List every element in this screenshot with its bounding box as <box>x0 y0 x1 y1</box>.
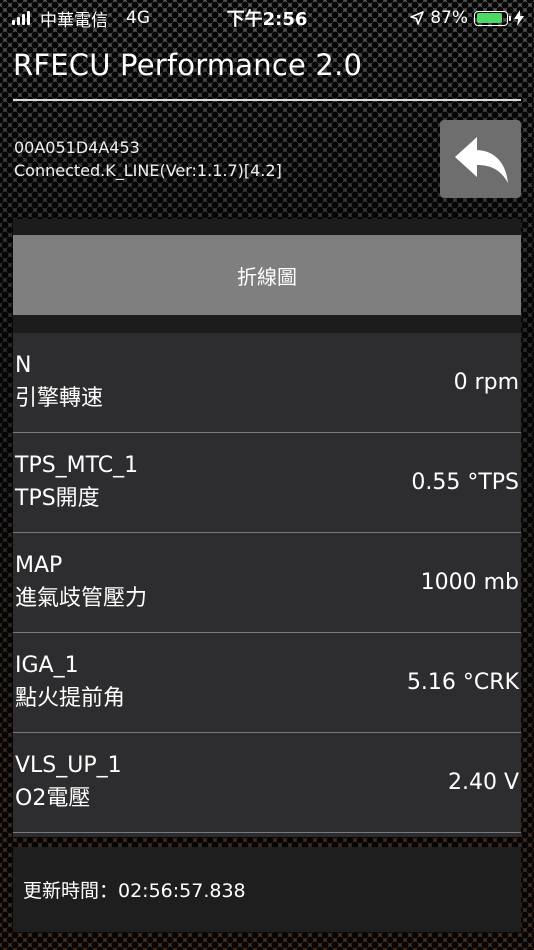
battery-percent: 87% <box>430 8 468 28</box>
reading-row[interactable]: VLS_UP_1 O2電壓 2.40 V <box>13 733 521 833</box>
reading-row[interactable]: N 引擎轉速 0 rpm <box>13 333 521 433</box>
battery-level-fill <box>476 13 502 23</box>
reading-label: TPS開度 <box>15 485 100 511</box>
footer-bar: 更新時間：02:56:57.838 <box>13 847 521 932</box>
device-id: 00A051D4A453 <box>14 138 140 157</box>
reading-code: MAP <box>15 552 63 578</box>
reading-code: IGA_1 <box>15 652 79 678</box>
reading-names: MAP 進氣歧管壓力 <box>15 551 147 615</box>
reading-names: TPS_MTC_1 TPS開度 <box>15 451 138 515</box>
carrier-name: 中華電信 <box>40 10 108 31</box>
reading-names: VLS_UP_1 O2電壓 <box>15 751 122 815</box>
app-title: RFECU Performance 2.0 <box>13 48 363 82</box>
bolt-icon <box>514 10 524 26</box>
reading-value: 0 rpm <box>453 370 519 395</box>
reading-value: 2.40 V <box>447 770 519 795</box>
status-bar: 中華電信 4G 下午2:56 87% <box>0 0 534 36</box>
reply-arrow-icon <box>454 137 508 183</box>
title-divider <box>13 99 521 101</box>
reading-row[interactable]: MAP 進氣歧管壓力 1000 mb <box>13 533 521 633</box>
reading-label: 點火提前角 <box>15 685 126 711</box>
reading-code: N <box>15 352 32 378</box>
location-arrow-icon <box>410 11 425 25</box>
reading-value: 0.55 °TPS <box>411 470 519 495</box>
panel-gap <box>13 315 521 333</box>
reading-value: 5.16 °CRK <box>406 670 519 695</box>
reading-value: 1000 mb <box>420 570 519 595</box>
reading-code: TPS_MTC_1 <box>15 452 139 478</box>
line-chart-button[interactable]: 折線圖 <box>13 235 521 315</box>
update-time: 更新時間：02:56:57.838 <box>23 880 246 902</box>
reading-label: O2電壓 <box>15 785 91 811</box>
panel-top-strip <box>13 219 521 235</box>
reading-names: N 引擎轉速 <box>15 351 103 415</box>
battery-icon <box>474 10 511 26</box>
reading-names: IGA_1 點火提前角 <box>15 651 125 715</box>
reading-row[interactable]: IGA_1 點火提前角 5.16 °CRK <box>13 633 521 733</box>
reading-code: VLS_UP_1 <box>15 752 122 778</box>
reading-row[interactable]: TPS_MTC_1 TPS開度 0.55 °TPS <box>13 433 521 533</box>
signal-strength-icon <box>12 11 30 25</box>
reading-label: 引擎轉速 <box>15 385 104 411</box>
connection-status: Connected.K_LINE(Ver:1.1.7)[4.2] <box>14 161 282 180</box>
readings-list: N 引擎轉速 0 rpm TPS_MTC_1 TPS開度 0.55 °TPS MAP 進氣歧管… <box>13 333 521 833</box>
reading-label: 進氣歧管壓力 <box>15 585 148 611</box>
back-button[interactable] <box>440 120 521 198</box>
network-type: 4G <box>126 8 150 28</box>
